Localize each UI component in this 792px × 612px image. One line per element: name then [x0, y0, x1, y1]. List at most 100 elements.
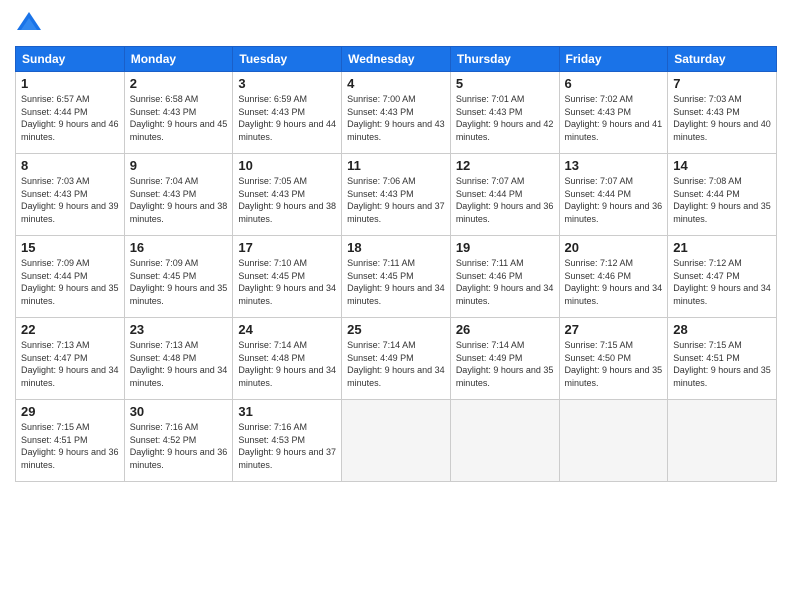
sunrise-label: Sunrise: 7:11 AM [347, 258, 415, 268]
day-number: 14 [673, 158, 771, 173]
day-info: Sunrise: 7:07 AM Sunset: 4:44 PM Dayligh… [565, 175, 663, 225]
sunset-label: Sunset: 4:48 PM [130, 353, 197, 363]
sunrise-label: Sunrise: 7:06 AM [347, 176, 416, 186]
day-number: 11 [347, 158, 445, 173]
day-number: 25 [347, 322, 445, 337]
sunrise-label: Sunrise: 7:14 AM [456, 340, 525, 350]
sunrise-label: Sunrise: 6:57 AM [21, 94, 90, 104]
sunrise-label: Sunrise: 7:14 AM [347, 340, 416, 350]
calendar-cell: 25 Sunrise: 7:14 AM Sunset: 4:49 PM Dayl… [342, 318, 451, 400]
daylight-label: Daylight: 9 hours and 36 minutes. [565, 201, 663, 224]
daylight-label: Daylight: 9 hours and 35 minutes. [673, 201, 771, 224]
week-row-2: 8 Sunrise: 7:03 AM Sunset: 4:43 PM Dayli… [16, 154, 777, 236]
daylight-label: Daylight: 9 hours and 45 minutes. [130, 119, 228, 142]
sunrise-label: Sunrise: 7:16 AM [130, 422, 199, 432]
calendar-cell: 23 Sunrise: 7:13 AM Sunset: 4:48 PM Dayl… [124, 318, 233, 400]
daylight-label: Daylight: 9 hours and 36 minutes. [21, 447, 119, 470]
day-info: Sunrise: 7:09 AM Sunset: 4:45 PM Dayligh… [130, 257, 228, 307]
sunset-label: Sunset: 4:43 PM [347, 107, 414, 117]
calendar: SundayMondayTuesdayWednesdayThursdayFrid… [15, 46, 777, 482]
calendar-cell [559, 400, 668, 482]
sunrise-label: Sunrise: 7:00 AM [347, 94, 416, 104]
sunrise-label: Sunrise: 7:04 AM [130, 176, 199, 186]
calendar-cell: 1 Sunrise: 6:57 AM Sunset: 4:44 PM Dayli… [16, 72, 125, 154]
day-number: 12 [456, 158, 554, 173]
sunrise-label: Sunrise: 7:15 AM [565, 340, 634, 350]
day-info: Sunrise: 7:00 AM Sunset: 4:43 PM Dayligh… [347, 93, 445, 143]
sunrise-label: Sunrise: 7:12 AM [673, 258, 742, 268]
daylight-label: Daylight: 9 hours and 34 minutes. [347, 365, 445, 388]
daylight-label: Daylight: 9 hours and 34 minutes. [238, 365, 336, 388]
day-info: Sunrise: 7:16 AM Sunset: 4:52 PM Dayligh… [130, 421, 228, 471]
sunrise-label: Sunrise: 6:58 AM [130, 94, 199, 104]
daylight-label: Daylight: 9 hours and 35 minutes. [130, 283, 228, 306]
weekday-monday: Monday [124, 47, 233, 72]
day-number: 16 [130, 240, 228, 255]
weekday-thursday: Thursday [450, 47, 559, 72]
daylight-label: Daylight: 9 hours and 40 minutes. [673, 119, 771, 142]
day-number: 29 [21, 404, 119, 419]
day-info: Sunrise: 7:13 AM Sunset: 4:48 PM Dayligh… [130, 339, 228, 389]
day-info: Sunrise: 6:58 AM Sunset: 4:43 PM Dayligh… [130, 93, 228, 143]
calendar-cell: 19 Sunrise: 7:11 AM Sunset: 4:46 PM Dayl… [450, 236, 559, 318]
sunset-label: Sunset: 4:43 PM [21, 189, 88, 199]
sunrise-label: Sunrise: 7:13 AM [130, 340, 199, 350]
calendar-cell [342, 400, 451, 482]
day-number: 27 [565, 322, 663, 337]
sunrise-label: Sunrise: 7:13 AM [21, 340, 90, 350]
sunset-label: Sunset: 4:44 PM [456, 189, 523, 199]
sunrise-label: Sunrise: 7:08 AM [673, 176, 742, 186]
day-number: 21 [673, 240, 771, 255]
calendar-cell: 5 Sunrise: 7:01 AM Sunset: 4:43 PM Dayli… [450, 72, 559, 154]
calendar-header: SundayMondayTuesdayWednesdayThursdayFrid… [16, 47, 777, 72]
daylight-label: Daylight: 9 hours and 34 minutes. [673, 283, 771, 306]
calendar-cell: 29 Sunrise: 7:15 AM Sunset: 4:51 PM Dayl… [16, 400, 125, 482]
calendar-cell: 13 Sunrise: 7:07 AM Sunset: 4:44 PM Dayl… [559, 154, 668, 236]
day-info: Sunrise: 7:12 AM Sunset: 4:47 PM Dayligh… [673, 257, 771, 307]
sunset-label: Sunset: 4:43 PM [130, 189, 197, 199]
calendar-cell [668, 400, 777, 482]
day-info: Sunrise: 7:14 AM Sunset: 4:49 PM Dayligh… [456, 339, 554, 389]
sunset-label: Sunset: 4:43 PM [565, 107, 632, 117]
day-number: 4 [347, 76, 445, 91]
day-number: 28 [673, 322, 771, 337]
sunset-label: Sunset: 4:53 PM [238, 435, 305, 445]
daylight-label: Daylight: 9 hours and 41 minutes. [565, 119, 663, 142]
calendar-cell: 20 Sunrise: 7:12 AM Sunset: 4:46 PM Dayl… [559, 236, 668, 318]
calendar-cell: 2 Sunrise: 6:58 AM Sunset: 4:43 PM Dayli… [124, 72, 233, 154]
sunrise-label: Sunrise: 7:09 AM [130, 258, 199, 268]
day-number: 17 [238, 240, 336, 255]
sunrise-label: Sunrise: 7:16 AM [238, 422, 307, 432]
calendar-body: 1 Sunrise: 6:57 AM Sunset: 4:44 PM Dayli… [16, 72, 777, 482]
day-number: 18 [347, 240, 445, 255]
day-number: 19 [456, 240, 554, 255]
daylight-label: Daylight: 9 hours and 39 minutes. [21, 201, 119, 224]
sunset-label: Sunset: 4:43 PM [238, 189, 305, 199]
sunset-label: Sunset: 4:49 PM [456, 353, 523, 363]
sunrise-label: Sunrise: 7:07 AM [456, 176, 525, 186]
day-info: Sunrise: 7:03 AM Sunset: 4:43 PM Dayligh… [673, 93, 771, 143]
sunset-label: Sunset: 4:47 PM [673, 271, 740, 281]
sunset-label: Sunset: 4:51 PM [673, 353, 740, 363]
day-info: Sunrise: 7:08 AM Sunset: 4:44 PM Dayligh… [673, 175, 771, 225]
day-info: Sunrise: 7:15 AM Sunset: 4:51 PM Dayligh… [21, 421, 119, 471]
sunset-label: Sunset: 4:43 PM [347, 189, 414, 199]
sunset-label: Sunset: 4:43 PM [456, 107, 523, 117]
calendar-cell: 3 Sunrise: 6:59 AM Sunset: 4:43 PM Dayli… [233, 72, 342, 154]
day-info: Sunrise: 7:06 AM Sunset: 4:43 PM Dayligh… [347, 175, 445, 225]
sunrise-label: Sunrise: 7:14 AM [238, 340, 307, 350]
calendar-cell: 22 Sunrise: 7:13 AM Sunset: 4:47 PM Dayl… [16, 318, 125, 400]
day-info: Sunrise: 7:11 AM Sunset: 4:45 PM Dayligh… [347, 257, 445, 307]
calendar-cell: 16 Sunrise: 7:09 AM Sunset: 4:45 PM Dayl… [124, 236, 233, 318]
day-number: 1 [21, 76, 119, 91]
sunrise-label: Sunrise: 7:12 AM [565, 258, 634, 268]
calendar-cell: 24 Sunrise: 7:14 AM Sunset: 4:48 PM Dayl… [233, 318, 342, 400]
day-number: 26 [456, 322, 554, 337]
sunset-label: Sunset: 4:43 PM [130, 107, 197, 117]
daylight-label: Daylight: 9 hours and 42 minutes. [456, 119, 554, 142]
calendar-cell: 9 Sunrise: 7:04 AM Sunset: 4:43 PM Dayli… [124, 154, 233, 236]
day-info: Sunrise: 7:03 AM Sunset: 4:43 PM Dayligh… [21, 175, 119, 225]
sunset-label: Sunset: 4:43 PM [673, 107, 740, 117]
sunset-label: Sunset: 4:52 PM [130, 435, 197, 445]
day-info: Sunrise: 7:09 AM Sunset: 4:44 PM Dayligh… [21, 257, 119, 307]
